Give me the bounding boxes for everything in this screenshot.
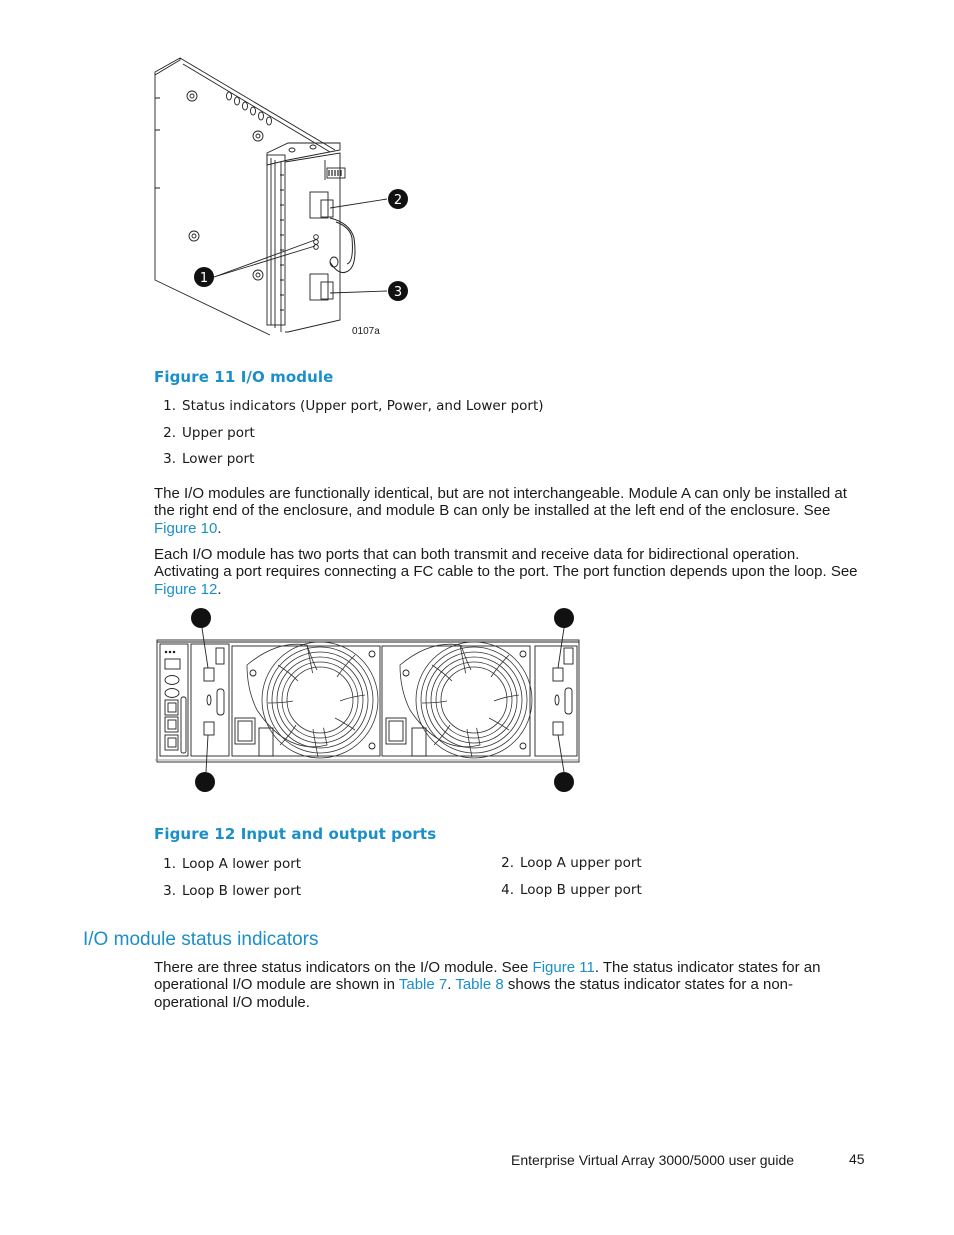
page-number: 45 (849, 1151, 865, 1167)
lower-port-a (203, 721, 215, 736)
upper-port-a (203, 667, 215, 682)
svg-text:1: 1 (200, 271, 208, 286)
link-figure-12[interactable]: Figure 12 (154, 581, 217, 598)
figure-12-enclosure-illustration (155, 608, 580, 792)
figure-11-io-module-illustration: 1 2 3 (154, 57, 408, 336)
board-top-rail-inner (182, 63, 331, 153)
lower-port-connector (309, 273, 329, 301)
svg-text:2: 2 (394, 193, 402, 208)
figure-12-caption: Figure 12 Input and output ports (154, 825, 437, 843)
board-top-rail (179, 57, 336, 151)
screw-icon (186, 90, 198, 102)
callout-loop-a-lower (195, 772, 215, 792)
callout-3: 3 (388, 281, 408, 301)
link-figure-11[interactable]: Figure 11 (533, 959, 595, 976)
paragraph-io-modules: The I/O modules are functionally identic… (154, 485, 847, 537)
figure-12-list-item: 3. Loop B lower port (163, 883, 302, 899)
lower-port-b (552, 721, 564, 736)
figure-12-list-item: 2. Loop A upper port (501, 855, 642, 871)
figure-image-id: 0107a (352, 326, 380, 337)
figure-11-list-item: 2. Upper port (163, 425, 255, 441)
callout-loop-b-lower (554, 772, 574, 792)
figure-11-list-item: 3. Lower port (163, 451, 255, 467)
fan-left-icon (246, 641, 379, 759)
figure-11-caption: Figure 11 I/O module (154, 368, 334, 386)
callout-2: 2 (388, 189, 408, 209)
status-led-lower (313, 244, 319, 250)
figure-11-list-item: 1. Status indicators (Upper port, Power, … (163, 398, 544, 414)
figure-12-list-item: 4. Loop B upper port (501, 882, 642, 898)
board-outline (154, 72, 271, 336)
callout-1: 1 (194, 267, 214, 287)
figure-12-list-item: 1. Loop A lower port (163, 856, 302, 872)
link-figure-10[interactable]: Figure 10 (154, 520, 217, 537)
paragraph-status-indicators: There are three status indicators on the… (154, 959, 821, 1011)
io-module-b (534, 645, 578, 757)
link-table-8[interactable]: Table 8 (455, 976, 503, 993)
paragraph-ports: Each I/O module has two ports that can b… (154, 546, 858, 598)
upper-port-b (552, 667, 564, 682)
fan-right-icon (399, 641, 533, 759)
section-heading: I/O module status indicators (83, 929, 319, 950)
callout-loop-a-upper (191, 608, 211, 628)
status-led-upper (313, 234, 319, 240)
link-table-7[interactable]: Table 7 (399, 976, 447, 993)
svg-text:3: 3 (394, 285, 402, 300)
upper-port-connector (309, 191, 329, 219)
board-top-edge (154, 57, 181, 76)
callout-loop-b-upper (554, 608, 574, 628)
footer-guide-title: Enterprise Virtual Array 3000/5000 user … (511, 1152, 795, 1168)
io-module-a (190, 643, 230, 757)
